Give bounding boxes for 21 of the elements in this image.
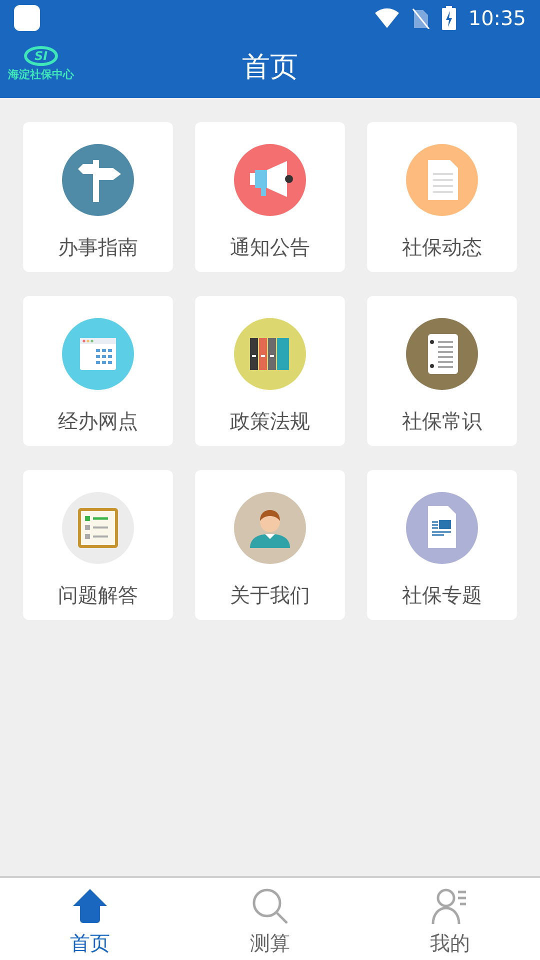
tab-bar-item[interactable]: 首页 bbox=[0, 878, 180, 960]
tab-bar-item[interactable]: 测算 bbox=[180, 878, 360, 960]
search-icon bbox=[250, 886, 290, 926]
no-sim-icon bbox=[412, 7, 430, 29]
menu-tile[interactable]: 问题解答 bbox=[23, 470, 173, 620]
page-title: 首页 bbox=[242, 49, 298, 85]
menu-tile[interactable]: 通知公告 bbox=[195, 122, 345, 272]
menu-tile[interactable]: 经办网点 bbox=[23, 296, 173, 446]
menu-tile[interactable]: 社保专题 bbox=[367, 470, 517, 620]
menu-tile[interactable]: 办事指南 bbox=[23, 122, 173, 272]
logo-emblem: SI bbox=[24, 46, 58, 66]
menu-tile[interactable]: 社保常识 bbox=[367, 296, 517, 446]
menu-tile[interactable]: 政策法规 bbox=[195, 296, 345, 446]
wifi-icon bbox=[374, 7, 400, 29]
menu-tile[interactable]: 关于我们 bbox=[195, 470, 345, 620]
battery-charging-icon bbox=[442, 6, 456, 30]
app-notification-icon bbox=[14, 5, 40, 31]
logo-text: 海淀社保中心 bbox=[8, 68, 74, 82]
tab-bar-item[interactable]: 我的 bbox=[360, 878, 540, 960]
menu-tile[interactable]: 社保动态 bbox=[367, 122, 517, 272]
status-time: 10:35 bbox=[468, 5, 526, 32]
